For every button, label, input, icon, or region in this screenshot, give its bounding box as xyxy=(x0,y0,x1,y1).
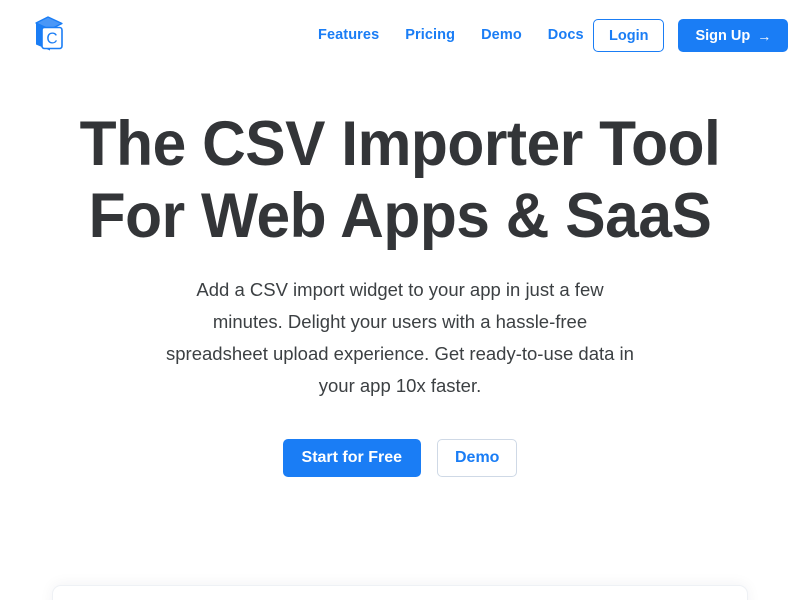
main-navigation: Features Pricing Demo Docs xyxy=(318,26,584,45)
start-for-free-button[interactable]: Start for Free xyxy=(282,439,421,477)
header-actions: Login Sign Up → xyxy=(593,19,789,52)
signup-button-label: Sign Up xyxy=(695,27,751,44)
svg-text:C: C xyxy=(46,31,57,48)
page-title-line-2: For Web Apps & SaaS xyxy=(88,181,712,251)
landing-page: C Features Pricing Demo Docs Login Sign … xyxy=(0,0,800,600)
nav-link-docs[interactable]: Docs xyxy=(548,26,584,45)
arrow-right-icon: → xyxy=(757,27,772,44)
nav-link-features[interactable]: Features xyxy=(318,26,379,45)
hero-section: The CSV Importer Tool For Web Apps & Saa… xyxy=(0,108,800,477)
page-title-line-1: The CSV Importer Tool xyxy=(79,109,721,179)
login-button[interactable]: Login xyxy=(593,19,665,52)
signup-button[interactable]: Sign Up → xyxy=(678,19,789,52)
cube-logo-icon: C xyxy=(35,16,63,51)
demo-button[interactable]: Demo xyxy=(437,439,518,477)
product-preview-card xyxy=(52,585,748,600)
page-title: The CSV Importer Tool For Web Apps & Saa… xyxy=(16,108,784,252)
hero-subtitle: Add a CSV import widget to your app in j… xyxy=(166,279,634,396)
site-header: C Features Pricing Demo Docs Login Sign … xyxy=(0,0,800,71)
hero-cta-group: Start for Free Demo xyxy=(0,439,800,477)
nav-link-demo[interactable]: Demo xyxy=(481,26,522,45)
nav-link-pricing[interactable]: Pricing xyxy=(405,26,455,45)
brand-logo-link[interactable]: C xyxy=(28,14,68,56)
